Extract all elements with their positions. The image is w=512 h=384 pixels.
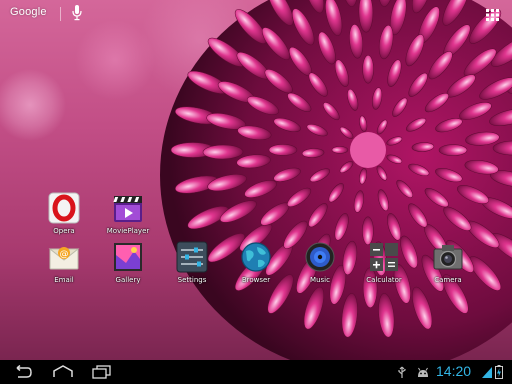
movieplayer-icon [113, 196, 142, 222]
flower-petal [362, 55, 374, 84]
battery-icon[interactable] [495, 365, 503, 379]
home-icon[interactable] [52, 365, 74, 379]
mic-icon[interactable] [72, 5, 82, 21]
app-label: Music [310, 276, 330, 284]
flower-image [160, 0, 512, 360]
browser-icon [241, 242, 271, 272]
usb-icon[interactable] [397, 365, 407, 379]
android-debug-icon[interactable] [416, 365, 430, 379]
settings-icon [176, 241, 208, 273]
app-camera[interactable]: Camera [418, 241, 478, 297]
clock[interactable]: 14:20 [436, 363, 471, 379]
app-label: Opera [53, 227, 75, 235]
recent-apps-icon[interactable] [92, 365, 112, 379]
app-label: Gallery [115, 276, 141, 284]
opera-icon [48, 192, 80, 224]
flower-petal [438, 144, 468, 156]
app-movieplayer[interactable]: MoviePlayer [98, 192, 158, 248]
app-browser[interactable]: Browser [226, 241, 286, 297]
app-label: MoviePlayer [106, 227, 150, 235]
flower-petal [268, 144, 298, 156]
flower-petal [331, 146, 349, 154]
apps-grid-icon[interactable] [486, 9, 500, 21]
app-label: Settings [177, 276, 207, 284]
navigation-bar: 14:20 [0, 360, 512, 384]
gallery-icon [114, 243, 142, 271]
camera-icon [433, 245, 463, 270]
calculator-icon [370, 243, 398, 271]
flower-center [350, 132, 386, 168]
app-label: Browser [241, 276, 271, 284]
email-icon: @ [48, 247, 80, 270]
app-email[interactable]: @ Email [34, 241, 94, 297]
app-opera[interactable]: Opera [34, 192, 94, 248]
wifi-icon[interactable] [481, 365, 493, 379]
app-label: Camera [434, 276, 462, 284]
app-label: Calculator [366, 276, 402, 284]
app-calculator[interactable]: Calculator [354, 241, 414, 297]
back-icon[interactable] [10, 365, 32, 379]
app-label: Email [54, 276, 74, 284]
app-gallery[interactable]: Gallery [98, 241, 158, 297]
app-music[interactable]: Music [290, 241, 350, 297]
svg-text:@: @ [60, 250, 69, 260]
google-search-label[interactable]: Google [10, 6, 47, 18]
search-divider [60, 7, 61, 21]
app-settings[interactable]: Settings [162, 241, 222, 297]
music-icon [305, 242, 335, 272]
wallpaper [0, 0, 512, 360]
